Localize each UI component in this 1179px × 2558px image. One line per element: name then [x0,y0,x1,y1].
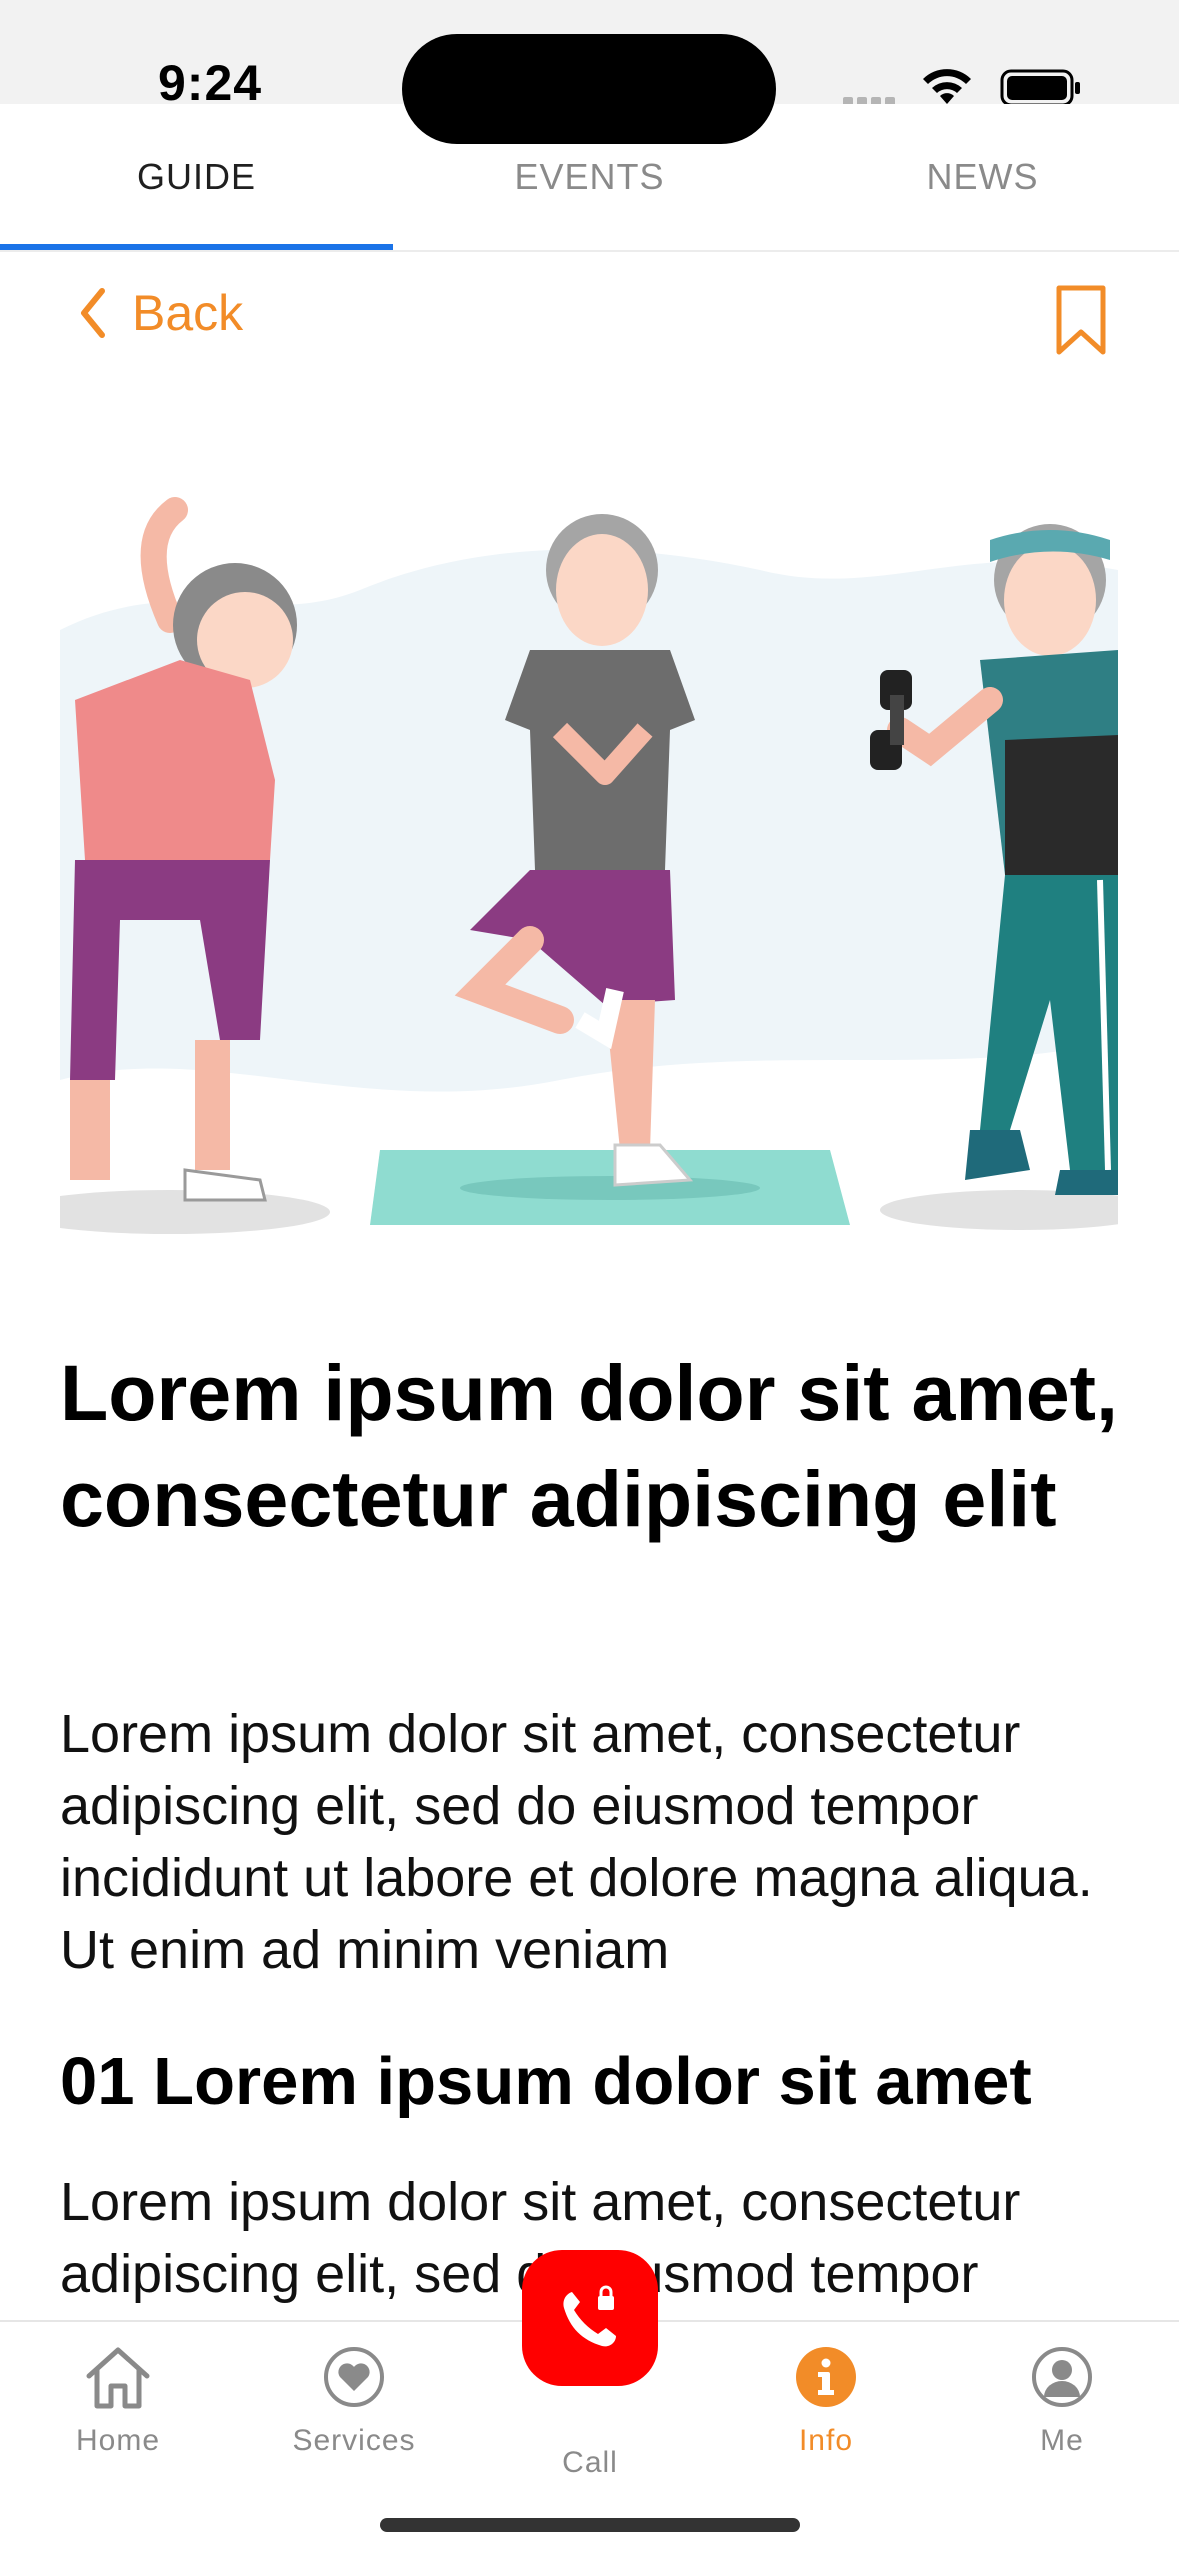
nav-me-label: Me [1040,2424,1084,2457]
tab-news[interactable]: NEWS [786,104,1179,250]
nav-services[interactable]: Services [236,2320,472,2480]
nav-call-label: Call [562,2446,618,2479]
nav-services-label: Services [292,2424,416,2457]
nav-home-label: Home [75,2424,161,2457]
heart-icon [322,2342,386,2412]
home-indicator [380,2518,800,2532]
back-button[interactable]: Back [78,284,243,342]
chevron-left-icon [81,288,105,338]
nav-info-label: Info [798,2424,854,2457]
bookmark-icon[interactable] [1055,284,1107,361]
nav-home[interactable]: Home [0,2320,236,2480]
exercise-illustration [10,480,1160,1260]
section-heading: 01 Lorem ipsum dolor sit amet [60,2044,1032,2119]
back-label: Back [132,285,244,341]
info-icon [794,2342,858,2412]
article-paragraph: Lorem ipsum dolor sit amet, consectetur … [60,1704,1093,1980]
call-button[interactable] [522,2250,658,2386]
tab-active-indicator [0,244,393,250]
person-icon [1030,2342,1094,2412]
nav-info[interactable]: Info [708,2320,944,2480]
phone-icon [563,2285,616,2347]
nav-me[interactable]: Me [944,2320,1179,2480]
home-icon [83,2342,153,2412]
article-title: Lorem ipsum dolor sit amet, consectetur … [60,1348,1118,1543]
tab-guide[interactable]: GUIDE [0,104,393,250]
dynamic-island [402,34,776,144]
